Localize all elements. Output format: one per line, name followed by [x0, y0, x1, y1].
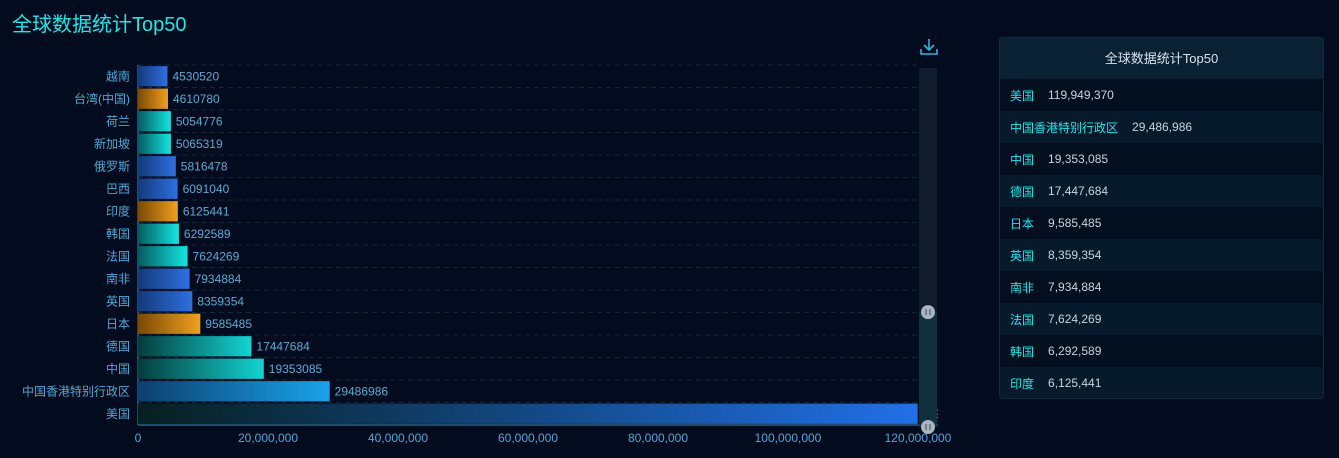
table-row: 南非 7,934,884 [1000, 271, 1323, 303]
x-tick-label: 120,000,000 [885, 431, 952, 445]
x-tick-label: 80,000,000 [628, 431, 688, 445]
data-label: 6091040 [183, 182, 230, 196]
table-row: 美国 119,949,370 [1000, 79, 1323, 111]
side-table: 美国 119,949,370 中国香港特别行政区 29,486,986 中国 19,353… [1000, 79, 1323, 398]
data-label: 7624269 [193, 249, 240, 263]
data-label: 4530520 [172, 69, 219, 83]
bar [138, 201, 178, 222]
table-row-value: 17,447,684 [1048, 184, 1109, 198]
bar [138, 111, 171, 132]
category-label: 印度 [106, 203, 130, 218]
table-row-value: 8,359,354 [1048, 248, 1102, 262]
x-tick-label: 40,000,000 [368, 431, 428, 445]
data-label: 5065319 [176, 137, 223, 151]
side-panel: 全球数据统计Top50 美国 119,949,370 中国香港特别行政区 29,486… [999, 37, 1324, 399]
data-label: 7934884 [195, 272, 242, 286]
x-tick-label: 100,000,000 [755, 431, 822, 445]
category-label: 日本 [106, 317, 130, 331]
category-label: 巴西 [106, 182, 130, 196]
bar [138, 88, 168, 109]
table-row-name: 英国 [1010, 248, 1035, 263]
bar [138, 291, 193, 312]
bar [138, 133, 171, 154]
table-row-name: 南非 [1010, 280, 1035, 295]
table-row-name: 韩国 [1010, 344, 1035, 359]
data-label: 4610780 [173, 92, 220, 106]
side-panel-title: 全球数据统计Top50 [1000, 38, 1323, 79]
table-row: 韩国 6,292,589 [1000, 335, 1323, 367]
data-label: 6125441 [183, 204, 230, 218]
table-row-value: 7,934,884 [1048, 280, 1102, 294]
bar [138, 381, 330, 402]
data-label: 5816478 [181, 159, 228, 173]
table-row: 法国 7,624,269 [1000, 303, 1323, 335]
table-row-value: 6,292,589 [1048, 344, 1102, 358]
bar [138, 66, 168, 87]
table-row-value: 119,949,370 [1048, 88, 1114, 102]
table-row: 中国香港特别行政区 29,486,986 [1000, 111, 1323, 143]
table-row-name: 印度 [1010, 376, 1035, 391]
table-row-name: 美国 [1010, 88, 1035, 103]
category-label: 荷兰 [106, 114, 130, 128]
category-label: 中国香港特别行政区 [22, 383, 130, 398]
category-label: 英国 [106, 294, 130, 308]
bar [138, 246, 188, 267]
bar [138, 223, 179, 244]
category-label: 德国 [106, 338, 130, 353]
bar [138, 313, 201, 334]
table-row-value: 6,125,441 [1048, 376, 1102, 390]
category-label: 美国 [106, 407, 130, 421]
table-row-value: 19,353,085 [1048, 152, 1109, 166]
data-label: 19353085 [269, 362, 323, 376]
bar [138, 358, 264, 379]
table-row-value: 9,585,485 [1048, 216, 1102, 230]
bar [138, 336, 252, 357]
table-row: 英国 8,359,354 [1000, 239, 1323, 271]
bar [138, 156, 176, 177]
table-row: 日本 9,585,485 [1000, 207, 1323, 239]
category-label: 新加坡 [94, 136, 130, 151]
category-label: 韩国 [106, 226, 130, 241]
bar [138, 178, 178, 199]
data-label: 9585485 [205, 317, 252, 331]
zoom-window [919, 312, 937, 427]
data-label: 5054776 [176, 114, 223, 128]
table-row: 中国 19,353,085 [1000, 143, 1323, 175]
category-label: 越南 [106, 68, 130, 83]
zoom-handle[interactable] [921, 305, 935, 320]
zoom-handle[interactable] [921, 420, 935, 434]
x-tick-label: 20,000,000 [238, 431, 298, 445]
category-label: 台湾(中国) [74, 91, 130, 106]
table-row-name: 德国 [1010, 184, 1035, 199]
data-label: 8359354 [197, 294, 244, 308]
table-row: 印度 6,125,441 [1000, 367, 1323, 398]
data-label: 6292589 [184, 227, 231, 241]
table-row-name: 法国 [1010, 312, 1035, 327]
data-label: 29486986 [335, 384, 389, 398]
category-label: 中国 [106, 361, 130, 376]
table-row-name: 中国 [1010, 152, 1035, 167]
bar-chart: 美国 中国香港特别行政区 中国 德国 日本 英国 南非 法国 韩国 印度 巴西 俄罗斯 新加坡 荷兰 台湾(… [22, 64, 952, 445]
x-tick-label: 0 [135, 431, 142, 445]
table-row: 德国 17,447,684 [1000, 175, 1323, 207]
table-row-value: 7,624,269 [1048, 312, 1102, 326]
x-tick-label: 60,000,000 [498, 431, 558, 445]
category-label: 南非 [106, 271, 130, 286]
category-label: 法国 [106, 249, 130, 263]
table-row-value: 29,486,986 [1132, 120, 1193, 134]
table-row-name: 中国香港特别行政区 [1010, 120, 1119, 135]
bar [138, 268, 190, 289]
bar [138, 403, 918, 424]
category-label: 俄罗斯 [94, 159, 130, 173]
data-label: 17447684 [256, 339, 310, 353]
table-row-name: 日本 [1010, 216, 1035, 231]
